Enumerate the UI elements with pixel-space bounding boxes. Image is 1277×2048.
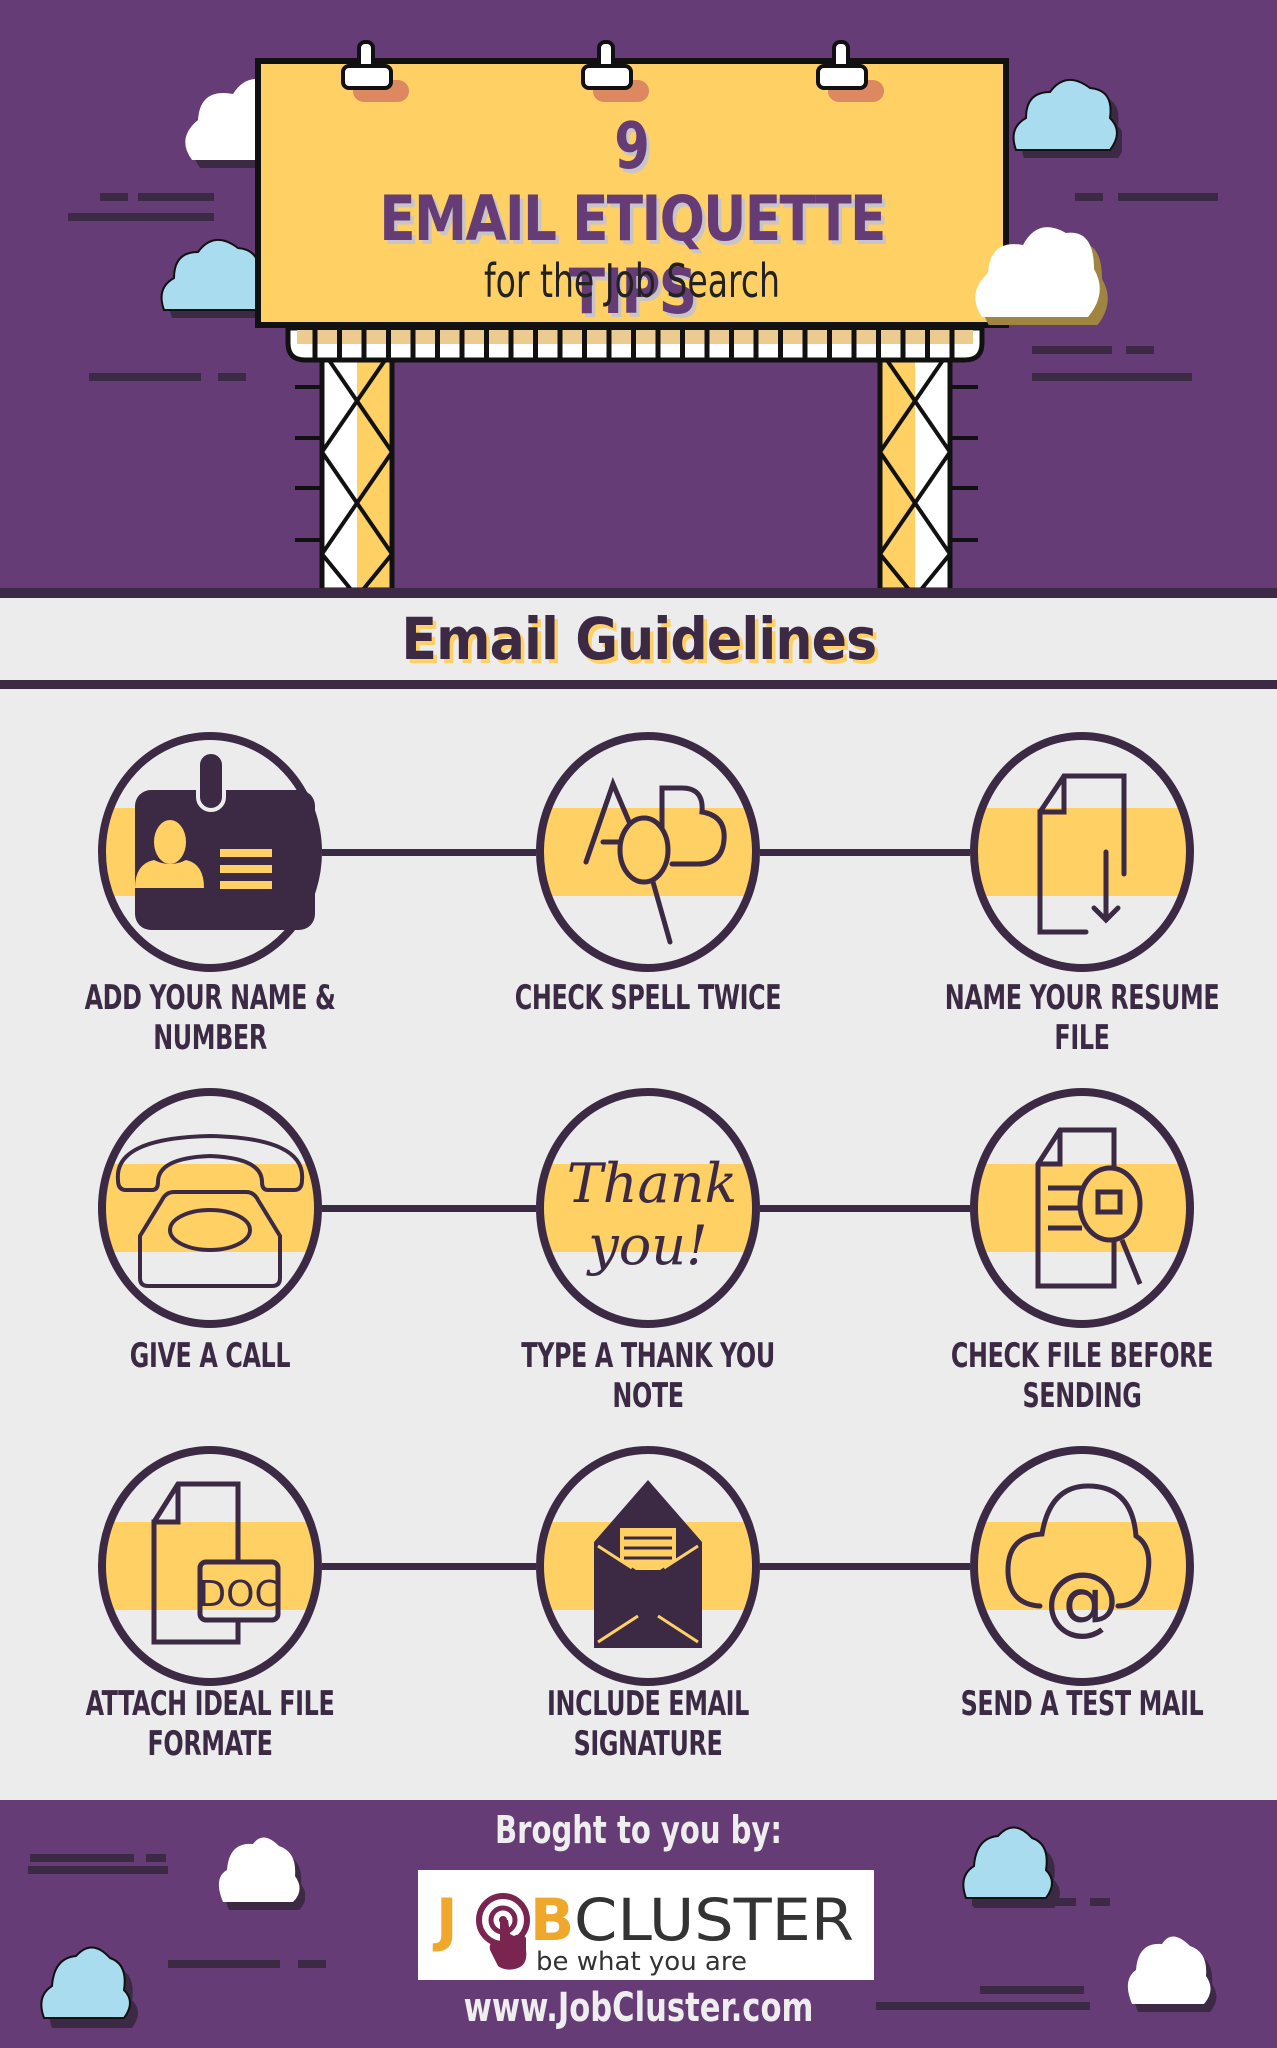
decor-dash <box>146 1854 166 1862</box>
cloud-blue <box>160 239 270 318</box>
billboard-clips <box>341 40 884 102</box>
logo-letter-j: J <box>432 1886 458 1954</box>
decor-dash <box>218 373 246 381</box>
decor-dash <box>1032 346 1112 354</box>
decor-dash <box>30 1854 134 1862</box>
jobcluster-logo[interactable]: J B CLUSTER be what you are <box>418 1870 874 1980</box>
decor-dash <box>1075 193 1103 201</box>
logo-graphic: J B CLUSTER be what you are <box>432 1886 854 1977</box>
icon-text-doc: DOC <box>198 1574 279 1615</box>
decor-dash <box>1118 193 1218 201</box>
tip-label: SEND A TEST MAIL <box>960 1684 1204 1724</box>
decor-dash <box>68 213 214 221</box>
tip-badge: DOC <box>98 1446 322 1686</box>
tip-connector <box>760 1205 970 1212</box>
decor-dash <box>28 1866 168 1874</box>
cloud-blue <box>1012 79 1122 158</box>
tip-connector <box>760 1563 970 1570</box>
page-subtitle: for the Job Search <box>483 254 781 308</box>
decor-dash <box>168 1960 280 1968</box>
header-divider <box>0 588 1277 598</box>
tip-label: INCLUDE EMAIL SIGNATURE <box>547 1684 749 1764</box>
cloud-white <box>975 227 1108 325</box>
billboard-clip <box>341 40 409 102</box>
decor-dash <box>1126 346 1154 354</box>
tip-badge <box>98 732 322 972</box>
billboard-leg-left <box>295 350 395 590</box>
decor-dash <box>298 1960 326 1968</box>
billboard-clip <box>816 40 884 102</box>
brought-by-label: Broght to you by: <box>494 1808 782 1852</box>
tip-label: GIVE A CALL <box>129 1336 291 1376</box>
decor-dash <box>1032 373 1192 381</box>
billboard: 9 EMAIL ETIQUETTE TIPS for the Job Searc… <box>255 40 1009 328</box>
tip-label: ADD YOUR NAME & NUMBER <box>84 978 336 1058</box>
decor-dash <box>1090 1898 1110 1906</box>
decor-dash <box>89 373 201 381</box>
tip-badge <box>536 1446 760 1686</box>
tip-badge <box>970 1088 1194 1328</box>
tip-connector <box>322 1563 536 1570</box>
tip-badge: @ <box>970 1446 1194 1686</box>
tip-label: CHECK SPELL TWICE <box>514 978 782 1018</box>
tip-badge <box>536 732 760 972</box>
billboard-leg-right <box>877 350 978 590</box>
decor-dash <box>100 193 128 201</box>
website-link[interactable]: www.JobCluster.com <box>96 1985 1181 2031</box>
tip-label: NAME YOUR RESUME FILE <box>944 978 1220 1058</box>
tip-connector <box>760 849 970 856</box>
header-banner: 9 EMAIL ETIQUETTE TIPS for the Job Searc… <box>0 0 1277 590</box>
tip-connector <box>322 1205 536 1212</box>
icon-text-at: @ <box>1044 1555 1120 1644</box>
section-title: Email Guidelines <box>401 605 877 673</box>
decor-dash <box>138 193 214 201</box>
icon-text-you: you! <box>586 1214 708 1277</box>
tip-label: CHECK FILE BEFORE SENDING <box>950 1336 1214 1416</box>
tip-badge <box>970 732 1194 972</box>
logo-tagline: be what you are <box>536 1947 747 1977</box>
icon-text-thank: Thank <box>567 1152 738 1215</box>
target-hand-icon <box>476 1893 530 1970</box>
section-title-bar: Email Guidelines <box>0 598 1277 680</box>
tip-label: TYPE A THANK YOU NOTE <box>521 1336 775 1416</box>
tip-badge <box>98 1088 322 1328</box>
tip-label: ATTACH IDEAL FILE FORMATE <box>85 1684 335 1764</box>
title-number: 9 <box>614 110 650 184</box>
section-divider <box>0 680 1277 689</box>
billboard-rail <box>285 328 985 363</box>
billboard-clip <box>581 40 649 102</box>
logo-brand-text: CLUSTER <box>574 1886 854 1954</box>
tip-connector <box>322 849 536 856</box>
logo-letter-b: B <box>530 1886 574 1954</box>
tip-badge: Thank you! <box>536 1088 760 1328</box>
